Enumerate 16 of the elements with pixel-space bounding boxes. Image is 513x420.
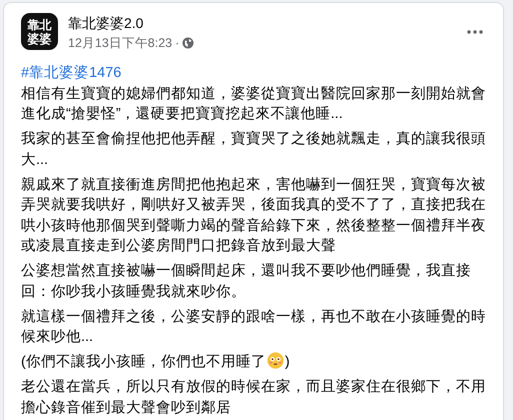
post-text: 公婆想當然直接被嚇一個瞬間起床，還叫我不要吵他們睡覺，我直接回：你吵我小孩睡覺我就來吵你。 bbox=[21, 263, 471, 300]
post-text: 我家的甚至會偷捏他把他弄醒，寶寶哭了之後她就飄走，真的讓我很頭大... bbox=[21, 131, 486, 168]
post-text: 親戚來了就直接衝進房間把他抱起來，害他嚇到一個狂哭，寶寶每次被弄哭就要我哄好，剛哄好又被弄哭，後面我真的受不了了，直接把我在哄小孩時他那個哭到聲嘶力竭的聲音給錄下來，然後整整一個禮拜半夜或凌晨直接走到公婆房間門口把錄音放到最大聲 bbox=[21, 176, 486, 254]
globe-icon bbox=[182, 37, 194, 49]
separator-dot: · bbox=[175, 35, 180, 52]
post-text: (你們不讓我小孩睡，你們也不用睡了 bbox=[21, 354, 266, 370]
post-text: 老公還在當兵，所以只有放假的時候在家，而且婆家住在很鄉下，不用擔心錄音催到最大聲會吵到鄰居 bbox=[21, 379, 486, 416]
post-text: 就這樣一個禮拜之後，公婆安靜的跟啥一樣，再也不敢在小孩睡覺的時候來吵他... bbox=[21, 308, 486, 345]
author-name[interactable]: 靠北婆婆2.0 bbox=[68, 14, 194, 32]
post-text: 相信有生寶寶的媳婦們都知道，婆婆從寶寶出醫院回家那一刻開始就會進化成“搶嬰怪”，還硬要把寶寶挖起來不讓他睡... bbox=[21, 86, 486, 122]
hashtag-link[interactable]: #靠北婆婆1476 bbox=[21, 63, 491, 84]
more-options-icon[interactable] bbox=[467, 30, 483, 34]
flushed-face-icon bbox=[266, 352, 284, 369]
post-timestamp[interactable]: 12月13日下午8:23 bbox=[68, 34, 172, 52]
page-avatar[interactable]: 靠北 婆婆 bbox=[21, 13, 58, 50]
post-text: ) bbox=[284, 354, 290, 370]
